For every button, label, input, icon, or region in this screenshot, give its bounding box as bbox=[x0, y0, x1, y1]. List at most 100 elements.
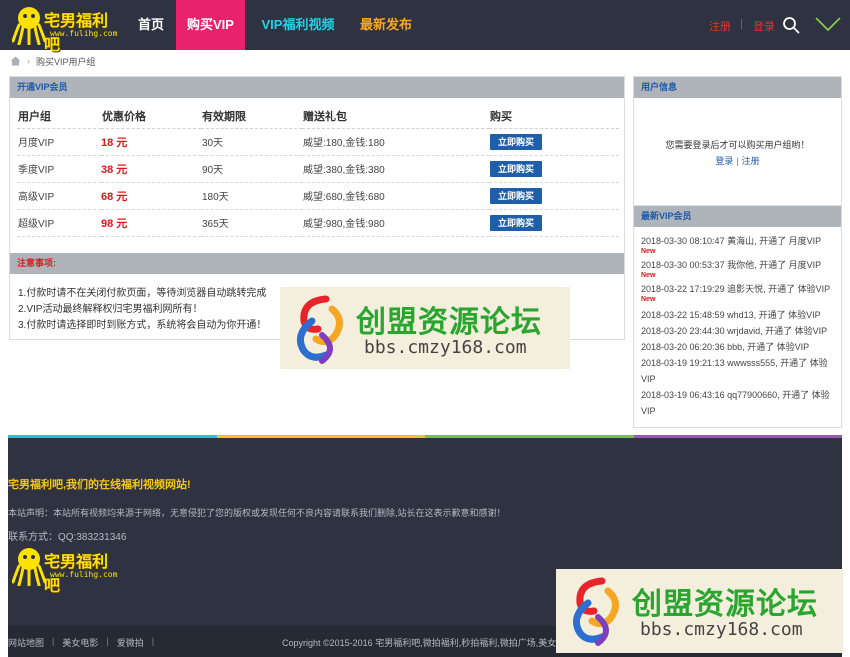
table-header-row: 用户组 优惠价格 有效期限 赠送礼包 购买 bbox=[17, 104, 619, 129]
login-link[interactable]: 登录 bbox=[753, 18, 775, 34]
notice-title: 注意事项: bbox=[10, 253, 624, 274]
vip-period: 90天 bbox=[201, 155, 302, 183]
sidebar-login-link[interactable]: 登录 bbox=[715, 156, 733, 166]
vip-gift: 威望:380,金钱:380 bbox=[302, 155, 489, 183]
latest-vip-list: 2018-03-30 08:10:47 黄海山, 开通了 月度VIP New 20… bbox=[641, 235, 837, 419]
vip-table: 用户组 优惠价格 有效期限 赠送礼包 购买 月度VIP 18 元 30天 威望:… bbox=[17, 104, 619, 237]
vip-period: 30天 bbox=[201, 128, 302, 156]
list-item: 2018-03-22 17:19:29 追影天悦, 开通了 体验VIP New bbox=[641, 283, 837, 307]
latest-vip-text: 2018-03-20 23:44:30 wrjdavid, 开通了 体验VIP bbox=[641, 326, 828, 336]
watermark-overlay: 创盟资源论坛 bbs.cmzy168.com bbox=[556, 569, 843, 653]
breadcrumb-arrow-icon: › bbox=[27, 56, 30, 66]
header-separator: | bbox=[740, 18, 743, 30]
octopus-mascot-icon bbox=[12, 548, 46, 586]
nav-new-post[interactable]: 最新发布 bbox=[351, 0, 421, 50]
footer-slogan: 宅男福利吧,我们的在线福利视频网站! bbox=[8, 479, 191, 491]
user-info-title: 用户信息 bbox=[634, 77, 841, 98]
notice-item: 2.VIP活动最终解释权归宅男福利网所有！ bbox=[18, 304, 203, 315]
column-header: 用户组 bbox=[17, 104, 101, 129]
list-item: 2018-03-22 15:48:59 whd13, 开通了 体验VIP bbox=[641, 307, 837, 323]
footer-link-movies[interactable]: 美女电影 bbox=[62, 636, 98, 649]
chevron-down-icon[interactable] bbox=[814, 14, 842, 34]
list-item: 2018-03-20 23:44:30 wrjdavid, 开通了 体验VIP bbox=[641, 323, 837, 339]
watermark-title: 创盟资源论坛 bbox=[356, 305, 542, 340]
vip-group: 超级VIP bbox=[17, 209, 101, 237]
footer-disclaimer: 本站声明：本站所有视频均来源于网络，无意侵犯了您的版权或发现任何不良内容请联系我… bbox=[8, 508, 506, 518]
buy-cell: 立即购买 bbox=[489, 128, 619, 156]
footer-logo[interactable]: 宅男福利吧 www.fulihg.com bbox=[12, 544, 122, 595]
latest-vip-text: 2018-03-22 17:19:29 追影天悦, 开通了 体验VIP bbox=[641, 284, 831, 294]
buy-now-button[interactable]: 立即购买 bbox=[490, 160, 542, 177]
watermark-title: 创盟资源论坛 bbox=[632, 587, 818, 622]
vip-price: 18 元 bbox=[101, 128, 201, 156]
vip-period: 365天 bbox=[201, 209, 302, 237]
watermark-swirl-icon bbox=[296, 295, 343, 364]
new-badge: New bbox=[641, 272, 656, 279]
latest-vip-title: 最新VIP会员 bbox=[634, 206, 841, 227]
table-row: 超级VIP 98 元 365天 威望:980,金钱:980 立即购买 bbox=[17, 209, 619, 237]
column-header: 购买 bbox=[489, 104, 619, 129]
vip-price: 98 元 bbox=[101, 209, 201, 237]
nav-home[interactable]: 首页 bbox=[126, 0, 176, 50]
link-separator: | bbox=[52, 636, 55, 646]
vip-price: 38 元 bbox=[101, 155, 201, 183]
watermark-overlay: 创盟资源论坛 bbs.cmzy168.com bbox=[280, 287, 570, 369]
footer-site-url: www.fulihg.com bbox=[50, 570, 118, 579]
vip-gift: 威望:180,金钱:180 bbox=[302, 128, 489, 156]
new-badge: New bbox=[641, 296, 656, 303]
vip-gift: 威望:680,金钱:680 bbox=[302, 182, 489, 210]
column-header: 赠送礼包 bbox=[302, 104, 489, 129]
vip-group: 季度VIP bbox=[17, 155, 101, 183]
nav-buy-vip[interactable]: 购买VIP bbox=[176, 0, 245, 50]
latest-vip-text: 2018-03-20 06:20:36 bbb, 开通了 体验VIP bbox=[641, 342, 810, 352]
list-item: 2018-03-30 00:53:37 我你他, 开通了 月度VIP New bbox=[641, 259, 837, 283]
latest-vip-text: 2018-03-30 00:53:37 我你他, 开通了 月度VIP bbox=[641, 260, 822, 270]
table-row: 季度VIP 38 元 90天 威望:380,金钱:380 立即购买 bbox=[17, 155, 619, 183]
breadcrumb: › 购买VIP用户组 bbox=[10, 55, 96, 67]
notice-list: 1.付款时请不在关闭付款页面，等待浏览器自动跳转完成 2.VIP活动最终解释权归… bbox=[18, 286, 266, 334]
latest-vip-text: 2018-03-19 06:43:16 qq77900660, 开通了 体验VI… bbox=[641, 390, 830, 416]
vip-gift: 威望:980,金钱:980 bbox=[302, 209, 489, 237]
site-logo[interactable]: 宅男福利吧 www.fulihg.com bbox=[12, 3, 122, 54]
buy-now-button[interactable]: 立即购买 bbox=[490, 214, 542, 231]
footer-link-weipai[interactable]: 爱微拍 bbox=[117, 636, 144, 649]
footer-link-sitemap[interactable]: 网站地图 bbox=[8, 636, 44, 649]
octopus-mascot-icon bbox=[12, 7, 46, 45]
login-required-message: 您需要登录后才可以购买用户组哟！ bbox=[665, 140, 810, 150]
table-row: 月度VIP 18 元 30天 威望:180,金钱:180 立即购买 bbox=[17, 128, 619, 156]
link-separator: | bbox=[151, 636, 155, 646]
sidebar-register-link[interactable]: 注册 bbox=[742, 156, 760, 166]
vip-panel-title: 开通VIP会员 bbox=[10, 77, 624, 98]
user-auth-links: 登录 | 注册 bbox=[634, 154, 841, 167]
user-info-panel: 用户信息 您需要登录后才可以购买用户组哟！ 登录 | 注册 bbox=[633, 76, 842, 206]
breadcrumb-current: 购买VIP用户组 bbox=[36, 56, 96, 67]
top-header: 宅男福利吧 www.fulihg.com 首页 购买VIP VIP福利视频 最新… bbox=[0, 0, 850, 54]
main-nav: 首页 购买VIP VIP福利视频 最新发布 bbox=[126, 0, 421, 50]
list-item: 2018-03-20 06:20:36 bbb, 开通了 体验VIP bbox=[641, 339, 837, 355]
list-item: 2018-03-19 19:21:13 wwwsss555, 开通了 体验VIP bbox=[641, 355, 837, 387]
watermark-url: bbs.cmzy168.com bbox=[640, 619, 803, 640]
copyright-text: Copyright ©2015-2016 宅男福利吧,微拍福利,秒拍福利,微拍广… bbox=[282, 638, 557, 648]
buy-cell: 立即购买 bbox=[489, 155, 619, 183]
link-separator: | bbox=[736, 156, 739, 166]
latest-vip-text: 2018-03-19 19:21:13 wwwsss555, 开通了 体验VIP bbox=[641, 358, 828, 384]
footer-contact: 联系方式：QQ:383231346 bbox=[8, 532, 127, 543]
table-row: 高级VIP 68 元 180天 威望:680,金钱:680 立即购买 bbox=[17, 182, 619, 210]
buy-now-button[interactable]: 立即购买 bbox=[490, 187, 542, 204]
latest-vip-text: 2018-03-22 15:48:59 whd13, 开通了 体验VIP bbox=[641, 310, 821, 320]
watermark-url: bbs.cmzy168.com bbox=[364, 337, 527, 358]
search-icon[interactable] bbox=[782, 16, 800, 34]
buy-cell: 立即购买 bbox=[489, 209, 619, 237]
register-link[interactable]: 注册 bbox=[709, 18, 731, 34]
notice-item: 3.付款时请选择即时到账方式，系统将会自动为你开通！ bbox=[18, 320, 267, 331]
list-item: 2018-03-30 08:10:47 黄海山, 开通了 月度VIP New bbox=[641, 235, 837, 259]
link-separator: | bbox=[106, 636, 109, 646]
buy-now-button[interactable]: 立即购买 bbox=[490, 133, 542, 150]
vip-price: 68 元 bbox=[101, 182, 201, 210]
vip-group: 高级VIP bbox=[17, 182, 101, 210]
vip-group: 月度VIP bbox=[17, 128, 101, 156]
vip-period: 180天 bbox=[201, 182, 302, 210]
footer-links: 网站地图 | 美女电影 | 爱微拍 | bbox=[8, 636, 162, 649]
nav-vip-video[interactable]: VIP福利视频 bbox=[245, 0, 351, 50]
home-icon[interactable] bbox=[10, 56, 21, 66]
